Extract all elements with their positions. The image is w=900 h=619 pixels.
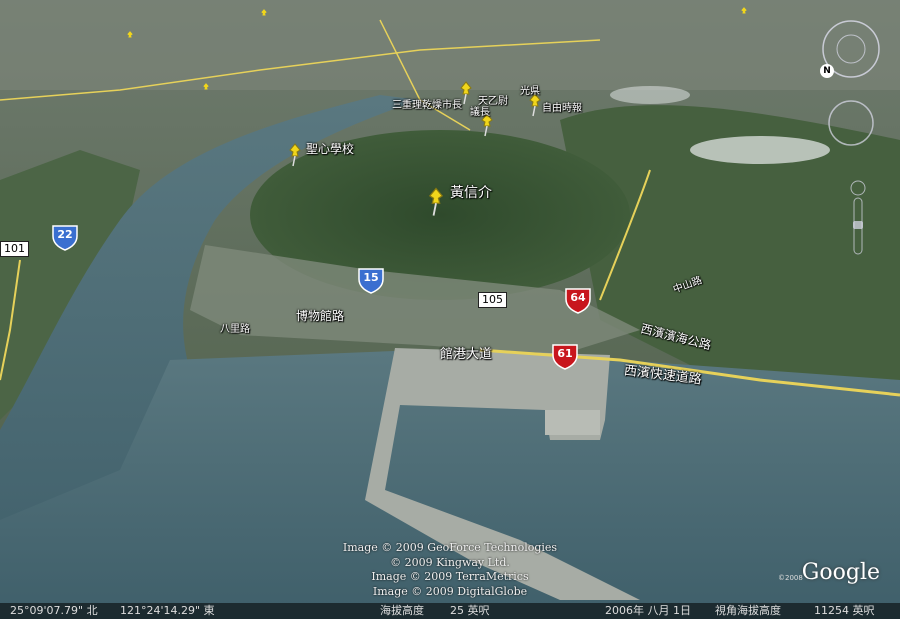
navigation-controls[interactable]: N (820, 18, 882, 258)
highway-105-label: 105 (478, 292, 507, 308)
pushpin-icon[interactable] (258, 8, 270, 22)
compass-north-icon[interactable]: N (820, 64, 834, 78)
credit-line: Image © 2009 DigitalGlobe (372, 584, 528, 598)
pushpin-icon[interactable] (284, 142, 306, 168)
logo-copyright: ©2008 (778, 574, 803, 582)
route-shield-22: 22 (50, 222, 80, 252)
satellite-terrain[interactable] (0, 0, 900, 619)
pin-label-sacred-heart-school[interactable]: 聖心學校 (306, 140, 354, 157)
road-label-museum-road: 博物館路 (296, 309, 345, 323)
credit-line: Image © 2009 TerraMetrics (371, 570, 529, 583)
elevation-value: 25 英呎 (450, 604, 490, 617)
latitude-readout: 25°09'07.79" 北 (10, 604, 98, 617)
longitude-readout: 121°24'14.29" 東 (120, 604, 215, 617)
road-label-small: 八里路 (220, 324, 250, 335)
route-shield-15-number: 15 (363, 271, 379, 284)
pin-label-huang-xin-jie[interactable]: 黃信介 (450, 182, 492, 202)
map-view[interactable]: 聖心學校 黃信介 自由時報 光県 議長 天乙尉 三重理乾燥市長 22 15 64… (0, 0, 900, 619)
pushpin-icon[interactable] (200, 82, 212, 96)
highway-101-label: 101 (0, 241, 29, 257)
elevation-label: 海拔高度 (380, 604, 424, 617)
imagery-credits: Image © 2009 GeoForce Technologies © 200… (330, 541, 570, 599)
pin-label-liberty-times[interactable]: 自由時報 (542, 99, 582, 114)
status-bar: 25°09'07.79" 北 121°24'14.29" 東 海拔高度 25 英… (0, 603, 900, 619)
credit-line: Image © 2009 GeoForce Technologies (342, 541, 558, 554)
route-shield-22-number: 22 (57, 228, 73, 241)
pushpin-icon[interactable] (422, 186, 450, 218)
route-shield-64-number: 64 (570, 291, 586, 304)
eye-altitude-value: 11254 英呎 (814, 604, 875, 617)
google-logo: Google (801, 560, 880, 585)
pin-label-guangyi[interactable]: 光県 (520, 82, 540, 97)
eye-altitude-label: 視角海拔高度 (715, 604, 781, 617)
route-shield-15: 15 (356, 265, 386, 295)
pushpin-icon[interactable] (738, 6, 750, 20)
route-shield-61-number: 61 (557, 347, 573, 360)
pin-label-tianyi[interactable]: 天乙尉 (478, 92, 508, 107)
route-shield-64: 64 (563, 285, 593, 315)
imagery-date: 2006年 八月 1日 (605, 604, 691, 617)
road-label-guangang-avenue: 館港大道 (440, 347, 493, 362)
credit-line: © 2009 Kingway Ltd. (390, 555, 510, 569)
pushpin-icon[interactable] (124, 30, 136, 44)
pin-label-sanchong-city[interactable]: 三重理乾燥市長 (392, 96, 462, 111)
route-shield-61: 61 (550, 341, 580, 371)
